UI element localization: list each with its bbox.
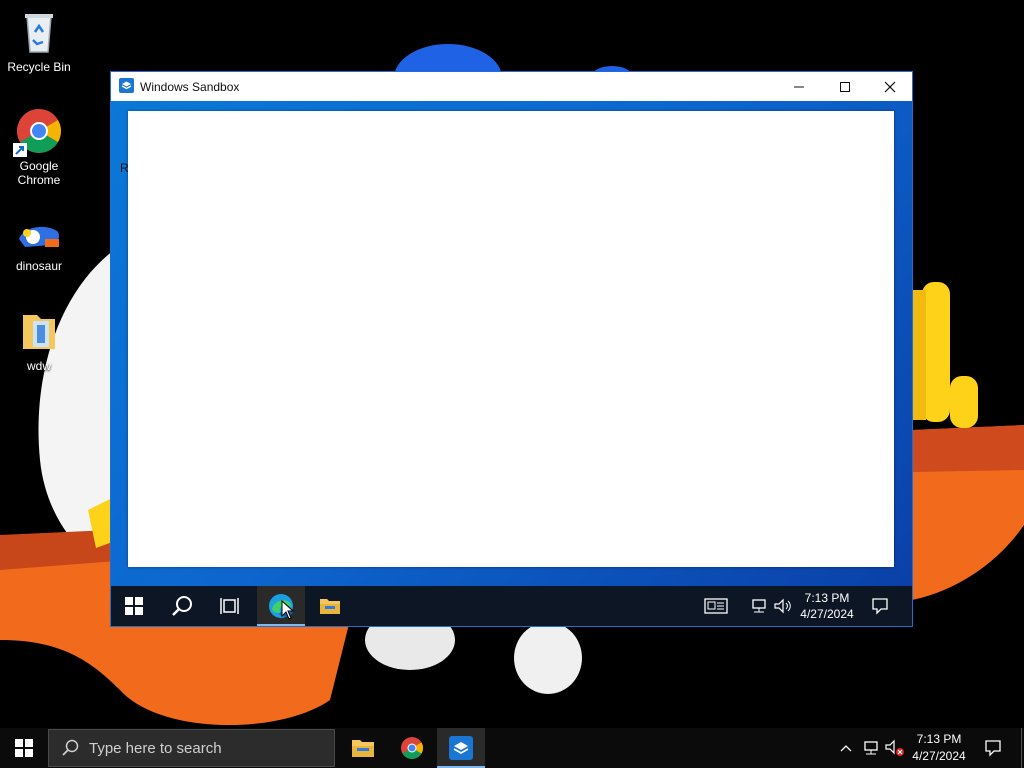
windows-logo-icon — [15, 739, 33, 757]
sandbox-start-button[interactable] — [111, 586, 157, 626]
network-icon — [864, 741, 878, 755]
taskbar-search-box[interactable]: Type here to search — [48, 729, 335, 767]
notification-icon — [872, 598, 888, 615]
desktop-icon-recycle-bin[interactable]: Recycle Bin — [1, 8, 77, 74]
sandbox-edge-button[interactable] — [257, 586, 305, 626]
sandbox-notifications-button[interactable] — [863, 586, 897, 626]
news-icon — [704, 598, 728, 614]
sandbox-clock[interactable]: 7:13 PM 4/27/2024 — [795, 590, 859, 622]
active-indicator — [257, 624, 305, 626]
sandbox-taskbar: 7:13 PM 4/27/2024 — [111, 586, 912, 626]
shortcut-arrow-icon — [13, 143, 27, 157]
volume-muted-icon — [885, 739, 904, 756]
start-button[interactable] — [0, 728, 48, 768]
sandbox-volume-button[interactable] — [771, 586, 795, 626]
chrome-icon — [401, 737, 423, 759]
network-icon — [752, 599, 766, 613]
desktop-icon-label: Google Chrome — [17, 159, 61, 187]
sandbox-app-icon — [449, 736, 473, 760]
dinosaur-icon — [15, 219, 63, 255]
chrome-taskbar-button[interactable] — [388, 728, 436, 768]
windows-sandbox-window[interactable]: Windows Sandbox R 7:13 PM 4/27/2024 — [110, 71, 913, 627]
volume-muted-button[interactable] — [884, 728, 906, 768]
clock-time: 7:13 PM — [916, 732, 962, 746]
close-button[interactable] — [867, 72, 913, 101]
file-explorer-taskbar-button[interactable] — [339, 728, 387, 768]
minimize-button[interactable] — [776, 72, 822, 101]
volume-icon — [774, 598, 791, 614]
desktop-icon-label: wdw — [26, 359, 51, 373]
task-view-icon — [220, 598, 239, 614]
taskbar: Type here to search 7:13 PM 4/27/2024 — [0, 728, 1024, 768]
sandbox-taskbar-button[interactable] — [437, 728, 485, 768]
sandbox-file-explorer-button[interactable] — [307, 586, 353, 626]
search-icon — [172, 596, 192, 616]
title-bar[interactable]: Windows Sandbox — [111, 72, 912, 101]
window-title: Windows Sandbox — [140, 80, 240, 94]
windows-logo-icon — [125, 597, 143, 615]
sandbox-news-button[interactable] — [699, 586, 733, 626]
notification-icon — [985, 740, 1001, 757]
desktop-icon-label: Recycle Bin — [7, 60, 71, 74]
desktop-icon-wdw[interactable]: wdw — [1, 307, 77, 373]
desktop-icon-label: dinosaur — [15, 259, 63, 273]
sandbox-task-view-button[interactable] — [207, 586, 253, 626]
sandbox-desktop[interactable]: R 7:13 PM 4/27/2024 — [111, 101, 912, 626]
sandbox-network-button[interactable] — [747, 586, 771, 626]
network-button[interactable] — [860, 728, 882, 768]
desktop-icon-dinosaur[interactable]: dinosaur — [1, 219, 77, 273]
show-desktop-divider — [1020, 728, 1022, 768]
search-icon — [61, 739, 79, 761]
minimize-icon — [794, 86, 804, 87]
file-explorer-icon — [352, 740, 374, 757]
file-explorer-icon — [320, 599, 340, 614]
sandbox-app-icon — [119, 78, 134, 93]
chevron-up-icon — [840, 745, 852, 752]
taskbar-clock[interactable]: 7:13 PM 4/27/2024 — [906, 731, 972, 765]
action-center-button[interactable] — [976, 728, 1010, 768]
search-placeholder: Type here to search — [89, 740, 222, 757]
maximize-icon — [840, 81, 850, 92]
folder-icon — [15, 307, 63, 355]
chrome-icon — [13, 107, 63, 157]
maximize-button[interactable] — [822, 72, 868, 101]
close-icon — [884, 81, 896, 92]
show-desktop-button[interactable] — [1018, 728, 1024, 768]
sandbox-search-button[interactable] — [159, 586, 205, 626]
clock-time: 7:13 PM — [804, 591, 850, 605]
desktop-icon-google-chrome[interactable]: Google Chrome — [1, 107, 77, 187]
blank-window-content[interactable] — [128, 111, 894, 567]
clock-date: 4/27/2024 — [800, 607, 854, 621]
mouse-cursor-icon — [281, 600, 295, 620]
clock-date: 4/27/2024 — [912, 749, 966, 763]
recycle-bin-icon — [15, 8, 63, 56]
show-hidden-icons-button[interactable] — [836, 728, 856, 768]
